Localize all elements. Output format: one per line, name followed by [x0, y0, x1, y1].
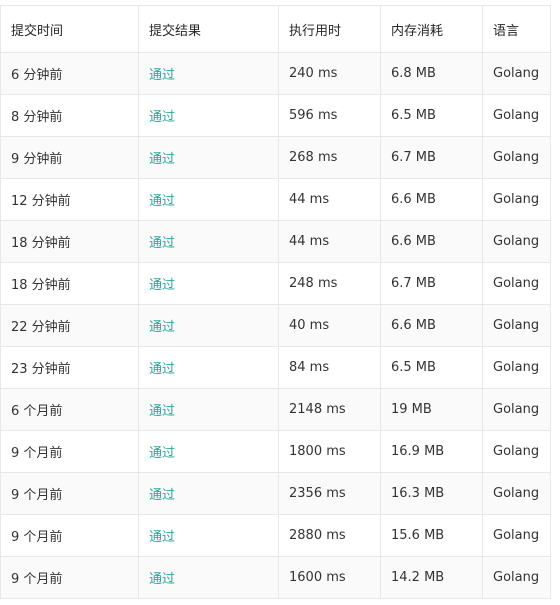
memory-cell: 6.8 MB: [380, 52, 483, 95]
submit-time-cell: 18 分钟前: [0, 220, 139, 263]
result-cell: 通过: [138, 94, 279, 137]
submit-time-cell: 22 分钟前: [0, 304, 139, 347]
table-row: 9 个月前 通过 1800 ms 16.9 MB Golang: [0, 430, 551, 473]
column-header-runtime: 执行用时: [278, 5, 381, 53]
result-cell: 通过: [138, 262, 279, 305]
table-row: 9 个月前 通过 1600 ms 14.2 MB Golang: [0, 556, 551, 599]
table-row: 6 个月前 通过 2148 ms 19 MB Golang: [0, 388, 551, 431]
language-cell: Golang: [482, 556, 551, 599]
memory-cell: 6.5 MB: [380, 346, 483, 389]
table-row: 9 分钟前 通过 268 ms 6.7 MB Golang: [0, 136, 551, 179]
language-cell: Golang: [482, 136, 551, 179]
table-row: 12 分钟前 通过 44 ms 6.6 MB Golang: [0, 178, 551, 221]
language-cell: Golang: [482, 220, 551, 263]
runtime-cell: 44 ms: [278, 220, 381, 263]
language-cell: Golang: [482, 430, 551, 473]
submit-time-cell: 9 个月前: [0, 556, 139, 599]
result-link[interactable]: 通过: [149, 110, 175, 125]
memory-cell: 6.6 MB: [380, 178, 483, 221]
result-link[interactable]: 通过: [149, 488, 175, 503]
submit-time-cell: 12 分钟前: [0, 178, 139, 221]
language-cell: Golang: [482, 346, 551, 389]
runtime-cell: 84 ms: [278, 346, 381, 389]
result-link[interactable]: 通过: [149, 194, 175, 209]
result-link[interactable]: 通过: [149, 446, 175, 461]
submit-time-cell: 6 个月前: [0, 388, 139, 431]
runtime-cell: 248 ms: [278, 262, 381, 305]
result-link[interactable]: 通过: [149, 572, 175, 587]
memory-cell: 16.3 MB: [380, 472, 483, 515]
language-cell: Golang: [482, 472, 551, 515]
language-cell: Golang: [482, 52, 551, 95]
result-cell: 通过: [138, 178, 279, 221]
result-cell: 通过: [138, 472, 279, 515]
memory-cell: 6.5 MB: [380, 94, 483, 137]
memory-cell: 6.6 MB: [380, 304, 483, 347]
runtime-cell: 2356 ms: [278, 472, 381, 515]
result-link[interactable]: 通过: [149, 362, 175, 377]
result-link[interactable]: 通过: [149, 152, 175, 167]
result-cell: 通过: [138, 430, 279, 473]
submit-time-cell: 8 分钟前: [0, 94, 139, 137]
column-header-language: 语言: [482, 5, 551, 53]
result-cell: 通过: [138, 388, 279, 431]
memory-cell: 19 MB: [380, 388, 483, 431]
table-row: 9 个月前 通过 2356 ms 16.3 MB Golang: [0, 472, 551, 515]
runtime-cell: 268 ms: [278, 136, 381, 179]
submit-time-cell: 9 个月前: [0, 472, 139, 515]
table-row: 18 分钟前 通过 44 ms 6.6 MB Golang: [0, 220, 551, 263]
table-row: 6 分钟前 通过 240 ms 6.8 MB Golang: [0, 52, 551, 95]
memory-cell: 16.9 MB: [380, 430, 483, 473]
table-row: 8 分钟前 通过 596 ms 6.5 MB Golang: [0, 94, 551, 137]
runtime-cell: 2880 ms: [278, 514, 381, 557]
table-row: 9 个月前 通过 2880 ms 15.6 MB Golang: [0, 514, 551, 557]
submissions-table: 提交时间 提交结果 执行用时 内存消耗 语言 6 分钟前 通过 240 ms 6…: [0, 5, 551, 599]
result-cell: 通过: [138, 136, 279, 179]
submit-time-cell: 23 分钟前: [0, 346, 139, 389]
result-cell: 通过: [138, 514, 279, 557]
result-cell: 通过: [138, 220, 279, 263]
result-cell: 通过: [138, 52, 279, 95]
submit-time-cell: 9 个月前: [0, 430, 139, 473]
language-cell: Golang: [482, 514, 551, 557]
runtime-cell: 596 ms: [278, 94, 381, 137]
memory-cell: 15.6 MB: [380, 514, 483, 557]
table-row: 23 分钟前 通过 84 ms 6.5 MB Golang: [0, 346, 551, 389]
memory-cell: 6.7 MB: [380, 136, 483, 179]
language-cell: Golang: [482, 262, 551, 305]
result-link[interactable]: 通过: [149, 404, 175, 419]
result-link[interactable]: 通过: [149, 530, 175, 545]
memory-cell: 6.7 MB: [380, 262, 483, 305]
memory-cell: 14.2 MB: [380, 556, 483, 599]
runtime-cell: 240 ms: [278, 52, 381, 95]
memory-cell: 6.6 MB: [380, 220, 483, 263]
column-header-submit-result: 提交结果: [138, 5, 279, 53]
submit-time-cell: 9 个月前: [0, 514, 139, 557]
runtime-cell: 44 ms: [278, 178, 381, 221]
result-cell: 通过: [138, 346, 279, 389]
result-link[interactable]: 通过: [149, 278, 175, 293]
column-header-submit-time: 提交时间: [0, 5, 139, 53]
submit-time-cell: 9 分钟前: [0, 136, 139, 179]
result-link[interactable]: 通过: [149, 236, 175, 251]
language-cell: Golang: [482, 388, 551, 431]
result-link[interactable]: 通过: [149, 320, 175, 335]
submit-time-cell: 6 分钟前: [0, 52, 139, 95]
runtime-cell: 1800 ms: [278, 430, 381, 473]
column-header-memory: 内存消耗: [380, 5, 483, 53]
table-row: 22 分钟前 通过 40 ms 6.6 MB Golang: [0, 304, 551, 347]
runtime-cell: 1600 ms: [278, 556, 381, 599]
runtime-cell: 2148 ms: [278, 388, 381, 431]
language-cell: Golang: [482, 178, 551, 221]
submit-time-cell: 18 分钟前: [0, 262, 139, 305]
table-row: 18 分钟前 通过 248 ms 6.7 MB Golang: [0, 262, 551, 305]
result-cell: 通过: [138, 304, 279, 347]
table-body: 6 分钟前 通过 240 ms 6.8 MB Golang 8 分钟前 通过 5…: [0, 52, 551, 599]
language-cell: Golang: [482, 304, 551, 347]
result-cell: 通过: [138, 556, 279, 599]
table-header-row: 提交时间 提交结果 执行用时 内存消耗 语言: [0, 5, 551, 53]
result-link[interactable]: 通过: [149, 68, 175, 83]
runtime-cell: 40 ms: [278, 304, 381, 347]
language-cell: Golang: [482, 94, 551, 137]
